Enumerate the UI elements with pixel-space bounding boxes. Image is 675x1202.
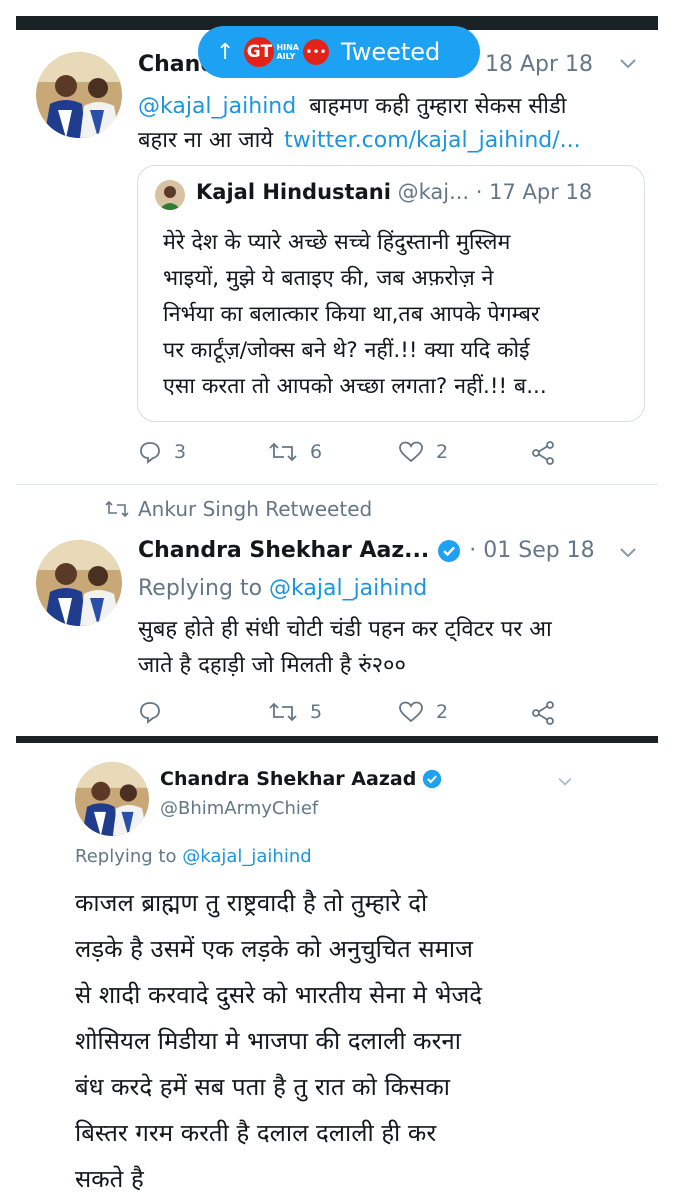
retweeted-by: Ankur Singh Retweeted — [104, 497, 372, 521]
quoted-author: Kajal Hindustani @kaj... · 17 Apr 18 — [196, 180, 593, 204]
avatar[interactable] — [36, 52, 122, 138]
chevron-down-icon[interactable] — [618, 541, 638, 569]
tweet-author[interactable]: Chandra Shekhar Aaz... — [138, 538, 429, 563]
retweet-button[interactable]: 6 — [268, 440, 322, 464]
like-button[interactable]: 2 — [398, 700, 448, 724]
arrow-up-icon: ↑ — [216, 39, 235, 65]
retweet-icon — [105, 500, 129, 518]
reply-icon — [140, 442, 160, 464]
avatar[interactable] — [36, 540, 122, 626]
share-button[interactable] — [530, 440, 556, 466]
reply-button[interactable]: 3 — [138, 440, 186, 464]
tweet-date: · 01 Sep 18 — [469, 538, 595, 563]
tweet-handle[interactable]: @BhimArmyChief — [160, 798, 318, 819]
like-button[interactable]: 2 — [398, 440, 448, 464]
replying-to: Replying to @kajal_jaihind — [138, 576, 428, 601]
share-button[interactable] — [530, 700, 556, 726]
verified-badge-icon — [438, 539, 461, 562]
tweet-author[interactable]: Chandra Shekhar Aazad — [160, 768, 416, 790]
gt-logo: GT HINA AILY ••• — [244, 37, 329, 67]
tweet-text: सुबह होते ही संधी चोटी चंडी पहन कर ट्विट… — [138, 617, 552, 678]
mention-link[interactable]: @kajal_jaihind — [269, 576, 427, 601]
share-icon — [532, 701, 554, 725]
retweet-icon — [269, 702, 297, 722]
tweet-text: काजल ब्राह्मण तु राष्ट्रवादी है तो तुम्ह… — [75, 889, 482, 1193]
chat-bubble-icon: ••• — [303, 39, 329, 65]
heart-icon — [399, 441, 423, 463]
mention-link[interactable]: @kajal_jaihind — [182, 846, 311, 867]
reply-button[interactable] — [138, 700, 174, 724]
section-divider-bar — [16, 736, 658, 743]
tweet-date: 18 Apr 18 — [485, 52, 594, 77]
tweet-link[interactable]: twitter.com/kajal_jaihind/... — [284, 128, 581, 153]
retweet-icon — [269, 442, 297, 462]
tweeted-toast[interactable]: ↑ GT HINA AILY ••• Tweeted — [198, 26, 480, 78]
chevron-down-icon[interactable] — [556, 772, 574, 796]
mention-link[interactable]: @kajal_jaihind — [138, 94, 296, 119]
tweet-header: Chandra Shekhar Aazad — [160, 768, 442, 790]
verified-badge-icon — [423, 769, 442, 789]
tweet-text-line1: @kajal_jaihind बाहमण कही तुम्हारा सेकस स… — [138, 94, 567, 119]
quoted-text: मेरे देश के प्यारे अच्छे सच्चे हिंदुस्ता… — [163, 230, 547, 399]
retweet-button[interactable]: 5 — [268, 700, 322, 724]
share-icon — [532, 441, 554, 465]
avatar[interactable] — [75, 762, 149, 836]
avatar — [155, 180, 185, 210]
divider — [16, 484, 658, 485]
chevron-down-icon[interactable] — [618, 52, 638, 80]
replying-to: Replying to @kajal_jaihind — [75, 846, 312, 867]
tweet-text-line2: बहार ना आ जाये twitter.com/kajal_jaihind… — [138, 128, 581, 153]
heart-icon — [399, 701, 423, 723]
reply-icon — [140, 702, 160, 724]
toast-label: Tweeted — [341, 38, 441, 66]
tweet-header: Chandra Shekhar Aaz... · 01 Sep 18 — [138, 538, 595, 563]
